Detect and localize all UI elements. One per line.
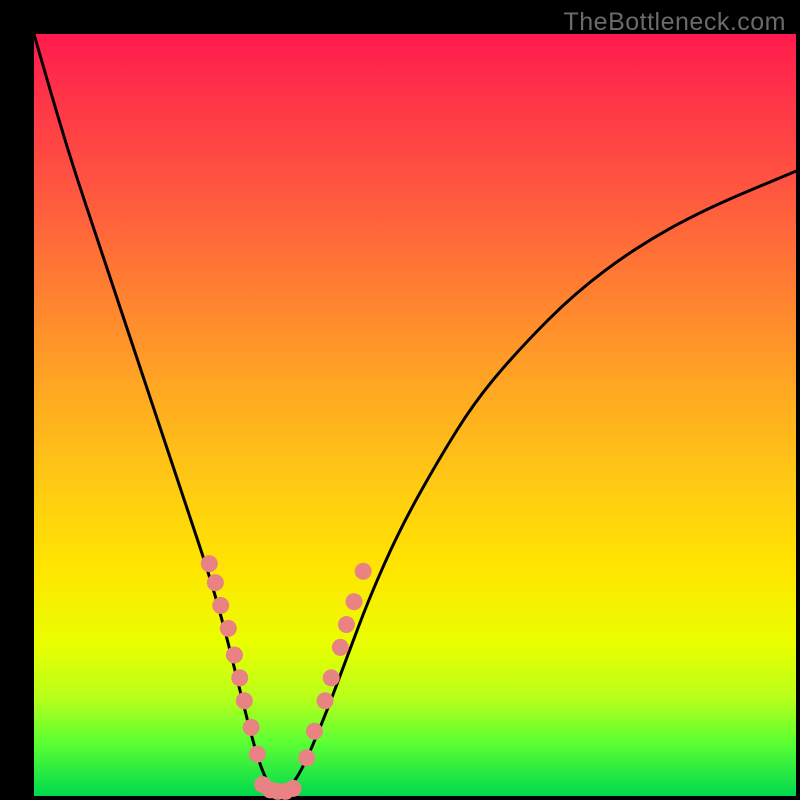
data-dot (220, 620, 237, 637)
data-dot (212, 597, 229, 614)
data-dot (207, 574, 224, 591)
data-dot (338, 616, 355, 633)
data-dot (231, 669, 248, 686)
data-dot (346, 593, 363, 610)
data-dot (306, 723, 323, 740)
data-dot (332, 639, 349, 656)
data-dot (201, 555, 218, 572)
data-dot (236, 692, 253, 709)
data-dot (285, 780, 302, 797)
chart-stage: TheBottleneck.com (0, 0, 800, 800)
data-dot (226, 647, 243, 664)
data-dot (249, 746, 266, 763)
data-dot (323, 669, 340, 686)
chart-overlay (0, 0, 800, 800)
data-dot (317, 692, 334, 709)
data-dot (298, 749, 315, 766)
data-dot (243, 719, 260, 736)
data-dot (355, 563, 372, 580)
bottleneck-curve (34, 34, 796, 792)
